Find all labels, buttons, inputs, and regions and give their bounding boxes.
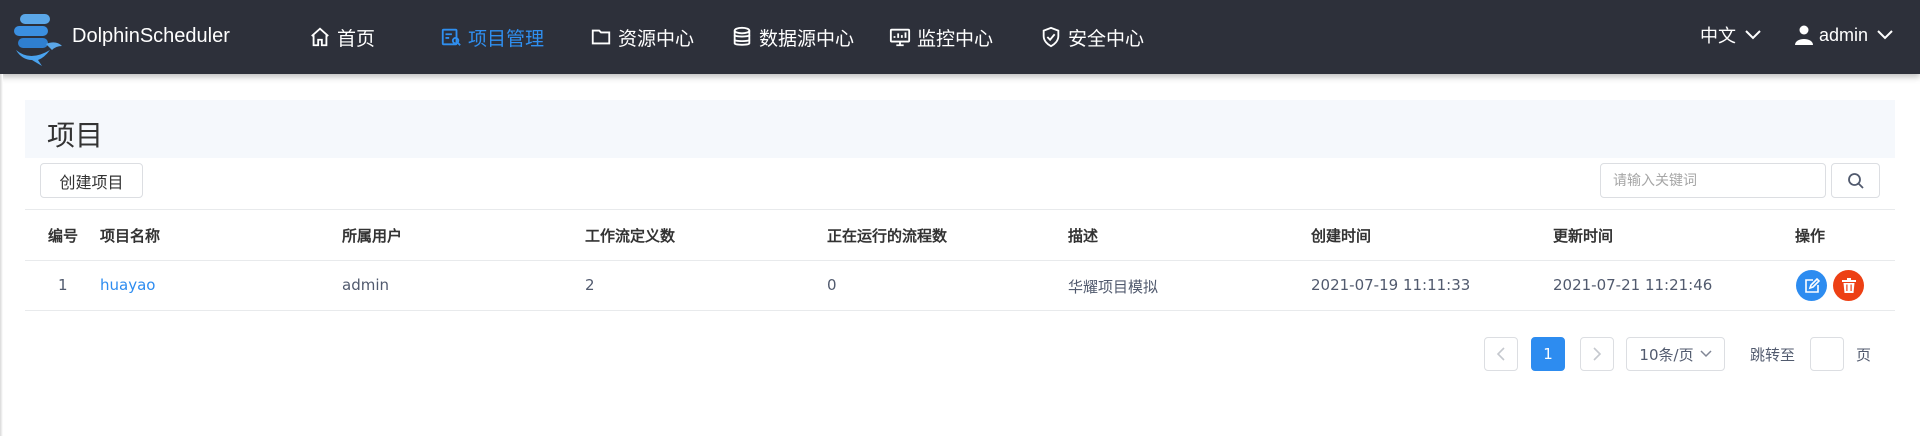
chevron-down-icon	[1877, 30, 1893, 40]
search-button[interactable]	[1831, 163, 1880, 198]
user-icon	[1795, 25, 1813, 45]
cell-created: 2021-07-19 11:11:33	[1311, 276, 1471, 294]
column-header-description: 描述	[1068, 227, 1099, 245]
cell-updated: 2021-07-21 11:21:46	[1553, 276, 1713, 294]
column-header-id: 编号	[48, 227, 79, 245]
user-name: admin	[1819, 24, 1869, 45]
shield-icon	[1042, 26, 1060, 48]
cell-id: 1	[58, 276, 68, 294]
cell-description: 华耀项目模拟	[1068, 278, 1159, 296]
chevron-down-icon	[1745, 30, 1761, 40]
cell-owner: admin	[342, 276, 389, 294]
nav-item-datasource[interactable]: 数据源中心	[731, 22, 854, 52]
jump-to-label: 跳转至	[1750, 346, 1796, 364]
page-size-select[interactable]: 10条/页	[1626, 337, 1725, 371]
table-divider	[25, 310, 1895, 311]
trash-icon	[1841, 278, 1856, 293]
user-menu[interactable]: admin	[1795, 20, 1894, 50]
cell-running-count: 0	[827, 276, 837, 294]
edit-icon	[1804, 277, 1820, 293]
language-label: 中文	[1700, 26, 1736, 47]
project-icon	[441, 28, 461, 46]
cell-workflow-count: 2	[585, 276, 595, 294]
jump-page-input[interactable]	[1810, 337, 1844, 371]
column-header-operations: 操作	[1795, 227, 1826, 245]
prev-page-button[interactable]	[1484, 337, 1518, 371]
dolphinscheduler-logo[interactable]	[10, 10, 70, 66]
database-icon	[733, 26, 751, 46]
table-divider	[25, 209, 1895, 210]
left-shadow	[0, 74, 3, 436]
chevron-left-icon	[1496, 347, 1505, 361]
nav-label-datasource: 数据源中心	[759, 27, 855, 50]
nav-label-projects: 项目管理	[468, 27, 545, 50]
language-switch[interactable]: 中文	[1700, 20, 1762, 50]
page-size-label: 10条/页	[1639, 345, 1694, 364]
column-header-name: 项目名称	[100, 227, 161, 245]
search-icon	[1847, 172, 1864, 189]
nav-label-resources: 资源中心	[618, 27, 695, 50]
table-divider	[25, 260, 1895, 261]
page-title: 项目	[47, 119, 104, 152]
nav-item-monitor[interactable]: 监控中心	[889, 22, 993, 52]
nav-item-projects[interactable]: 项目管理	[440, 22, 544, 52]
chevron-right-icon	[1593, 347, 1602, 361]
page-number-current[interactable]: 1	[1531, 337, 1565, 371]
folder-icon	[591, 29, 611, 45]
nav-label-home: 首页	[337, 27, 376, 50]
delete-button[interactable]	[1833, 270, 1864, 301]
brand-name[interactable]: DolphinScheduler	[72, 25, 230, 48]
column-header-owner: 所属用户	[342, 227, 403, 245]
nav-item-resources[interactable]: 资源中心	[590, 22, 694, 52]
monitor-icon	[889, 28, 911, 47]
cell-project-name-link[interactable]: huayao	[100, 276, 155, 294]
nav-label-monitor: 监控中心	[917, 27, 994, 50]
edit-button[interactable]	[1796, 270, 1827, 301]
nav-item-home[interactable]: 首页	[309, 22, 375, 52]
column-header-running-count: 正在运行的流程数	[827, 227, 948, 245]
chevron-down-icon	[1700, 350, 1712, 358]
top-navbar: DolphinScheduler 首页 项目管理 资源中心 数据源中心 监控中心…	[0, 0, 1920, 74]
column-header-created: 创建时间	[1311, 227, 1372, 245]
next-page-button[interactable]	[1580, 337, 1614, 371]
search-input[interactable]	[1600, 163, 1826, 198]
page-header: 项目	[25, 100, 1895, 158]
column-header-workflow-count: 工作流定义数	[585, 227, 676, 245]
nav-item-security[interactable]: 安全中心	[1040, 22, 1144, 52]
home-icon	[311, 27, 329, 47]
column-header-updated: 更新时间	[1553, 227, 1614, 245]
page-unit-label: 页	[1856, 346, 1872, 364]
nav-label-security: 安全中心	[1068, 27, 1145, 50]
create-project-button[interactable]: 创建项目	[40, 163, 143, 198]
